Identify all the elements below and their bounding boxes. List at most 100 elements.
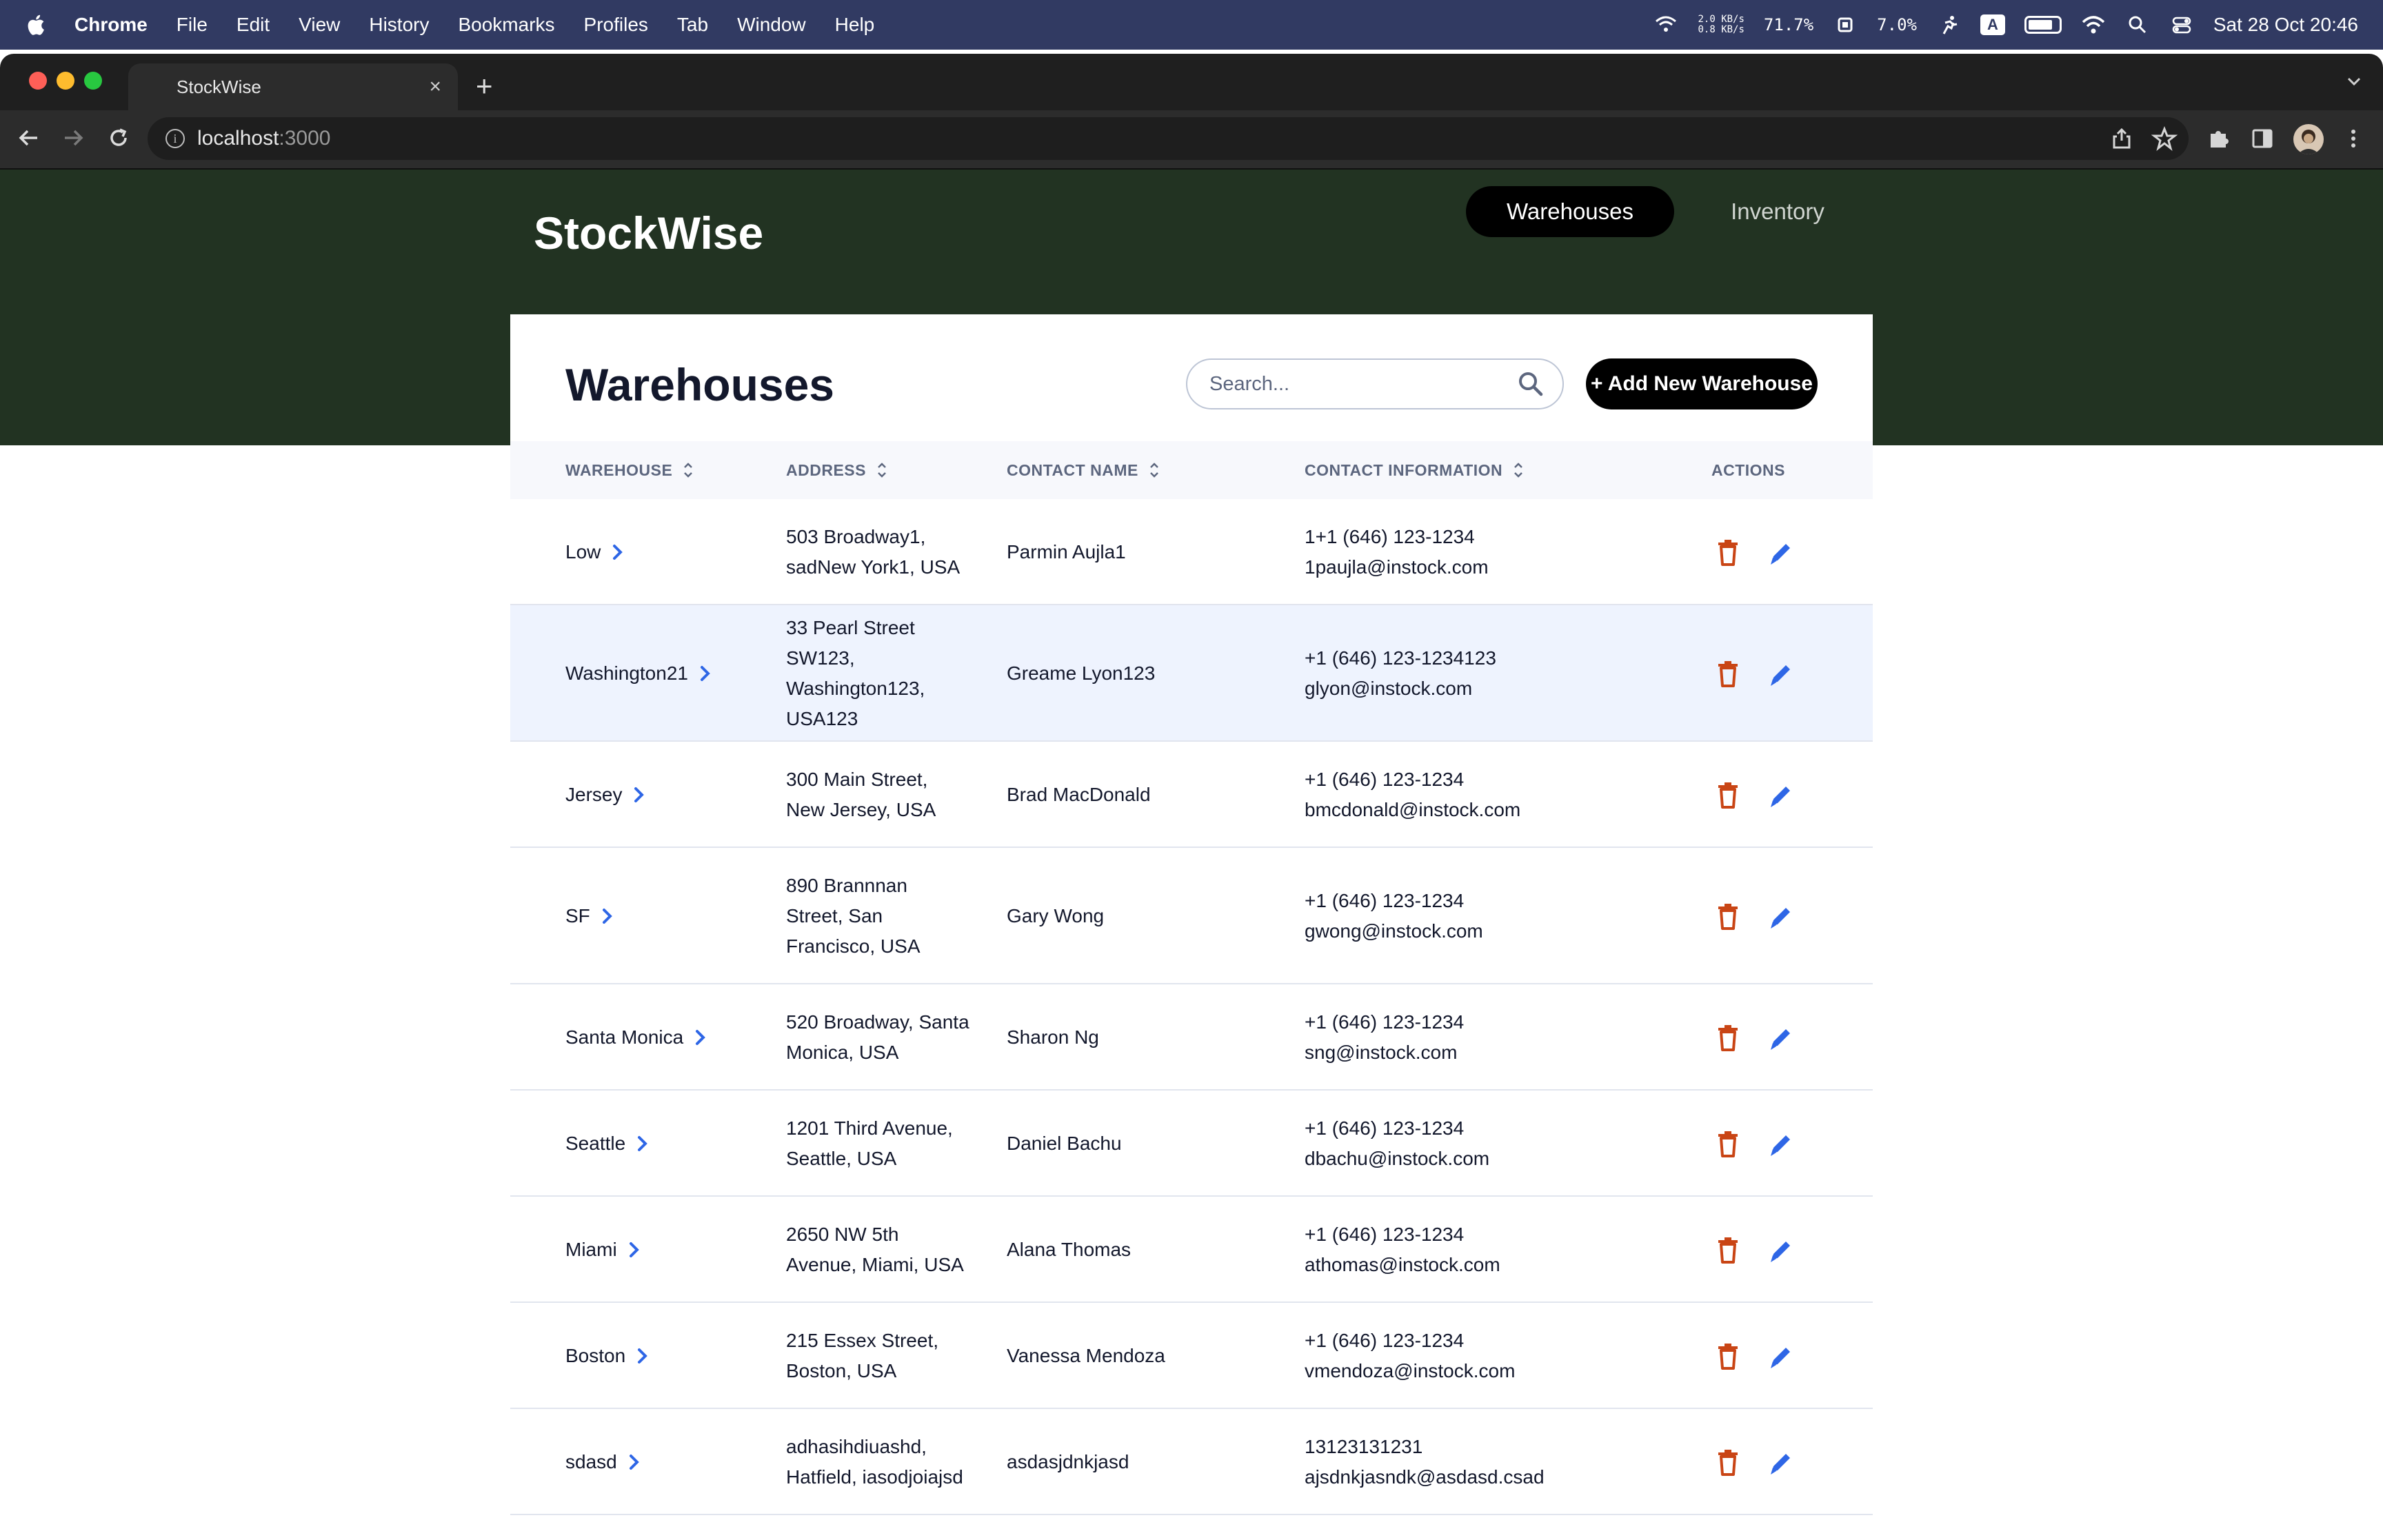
page-title: Warehouses (565, 359, 835, 410)
reload-icon[interactable] (103, 123, 134, 153)
window-close-button[interactable] (29, 72, 47, 90)
profile-avatar[interactable] (2293, 124, 2324, 154)
add-new-warehouse-button[interactable]: + Add New Warehouse (1586, 358, 1818, 409)
address-cell: 520 Broadway, Santa Monica, USA (786, 984, 993, 1091)
menu-window[interactable]: Window (737, 14, 806, 36)
new-tab-icon[interactable]: + (476, 69, 493, 103)
table-row[interactable]: sdasd adhasihdiuashd, Hatfield, iasodjoiaj… (510, 1409, 1873, 1515)
table-row[interactable]: Miami 2650 NW 5th Avenue, Miami, USA Alana … (510, 1197, 1873, 1303)
edit-pencil-icon[interactable] (1768, 1235, 1793, 1265)
edit-pencil-icon[interactable] (1768, 1447, 1793, 1477)
apple-logo-icon[interactable] (25, 13, 46, 37)
wifi-icon[interactable] (2081, 14, 2106, 35)
delete-trash-icon[interactable] (1716, 537, 1740, 567)
menu-bookmarks[interactable]: Bookmarks (458, 14, 554, 36)
chrome-menu-icon[interactable] (2340, 125, 2366, 152)
menu-profiles[interactable]: Profiles (584, 14, 648, 36)
menu-tab[interactable]: Tab (677, 14, 708, 36)
edit-pencil-icon[interactable] (1768, 1022, 1793, 1053)
table-row[interactable]: SF 890 Brannnan Street, San Francisco, USA G… (510, 848, 1873, 984)
cpu-usage[interactable]: 71.7% (1764, 15, 1813, 34)
search-icon[interactable] (1516, 369, 1546, 399)
memory-usage[interactable]: 7.0% (1877, 15, 1917, 34)
edit-pencil-icon[interactable] (1768, 537, 1793, 567)
spotlight-search-icon[interactable] (2125, 14, 2150, 35)
tab-search-chevron-icon[interactable] (2346, 74, 2362, 88)
address-line: Hatfield, iasodjoiajsd (786, 1466, 963, 1488)
header-contact-information[interactable]: CONTACT INFORMATION (1305, 441, 1525, 499)
sort-icon[interactable] (1512, 460, 1525, 480)
tab-close-icon[interactable]: × (429, 75, 441, 99)
contact-name: Parmin Aujla1 (1007, 541, 1126, 563)
runner-icon[interactable] (1936, 14, 1961, 35)
search-input[interactable]: Search... (1186, 358, 1564, 409)
header-contact-info-label: CONTACT INFORMATION (1305, 460, 1503, 479)
menu-help[interactable]: Help (835, 14, 875, 36)
date-time[interactable]: Sat 28 Oct 20:46 (2213, 14, 2358, 36)
menu-file[interactable]: File (177, 14, 208, 36)
warehouse-link[interactable]: Boston (565, 1303, 650, 1409)
sort-icon[interactable] (682, 460, 694, 480)
table-row[interactable]: Seattle 1201 Third Avenue, Seattle, USA Dan… (510, 1091, 1873, 1197)
contact-phone: +1 (646) 123-1234 (1305, 1011, 1465, 1033)
address-bar[interactable]: i localhost:3000 (148, 117, 2189, 160)
table-row[interactable]: Jersey 300 Main Street, New Jersey, USA Bra… (510, 742, 1873, 848)
delete-trash-icon[interactable] (1716, 901, 1740, 931)
menu-app-chrome[interactable]: Chrome (74, 14, 148, 36)
delete-trash-icon[interactable] (1716, 1341, 1740, 1371)
warehouse-link[interactable]: sdasd (565, 1409, 642, 1515)
delete-trash-icon[interactable] (1716, 1128, 1740, 1159)
table-row[interactable]: Washington21 33 Pearl Street SW123, Washing… (510, 605, 1873, 742)
wifi-activity-icon[interactable] (1653, 14, 1678, 35)
warehouse-link[interactable]: Seattle (565, 1091, 650, 1197)
warehouse-link[interactable]: Miami (565, 1197, 642, 1303)
back-arrow-icon[interactable] (14, 123, 44, 153)
header-warehouse[interactable]: WAREHOUSE (565, 441, 694, 499)
browser-tab[interactable]: StockWise × (128, 63, 458, 110)
delete-trash-icon[interactable] (1716, 1022, 1740, 1053)
delete-trash-icon[interactable] (1716, 1235, 1740, 1265)
extensions-puzzle-icon[interactable] (2205, 125, 2231, 152)
sort-icon[interactable] (876, 460, 888, 480)
edit-pencil-icon[interactable] (1768, 901, 1793, 931)
warehouse-link[interactable]: Santa Monica (565, 984, 708, 1091)
app-logo[interactable]: StockWise (534, 207, 763, 259)
contact-name-cell: Gary Wong (1007, 848, 1283, 984)
delete-trash-icon[interactable] (1716, 658, 1740, 689)
delete-trash-icon[interactable] (1716, 780, 1740, 810)
contact-name-cell: Brad MacDonald (1007, 742, 1283, 848)
menu-history[interactable]: History (369, 14, 429, 36)
address-cell: adhasihdiuashd, Hatfield, iasodjoiajsd (786, 1409, 993, 1515)
input-source-badge[interactable]: A (1980, 14, 2005, 35)
control-center-icon[interactable] (2169, 14, 2194, 35)
warehouse-link[interactable]: SF (565, 848, 615, 984)
sort-icon[interactable] (1148, 460, 1160, 480)
forward-arrow-icon[interactable] (58, 123, 88, 153)
edit-pencil-icon[interactable] (1768, 1341, 1793, 1371)
nav-warehouses[interactable]: Warehouses (1466, 186, 1674, 237)
menu-view[interactable]: View (299, 14, 340, 36)
warehouse-name: Santa Monica (565, 1026, 684, 1048)
side-panel-icon[interactable] (2249, 125, 2275, 152)
battery-icon[interactable] (2024, 16, 2062, 34)
bookmark-star-icon[interactable] (2151, 125, 2178, 152)
contact-phone: 13123131231 (1305, 1436, 1423, 1457)
header-contact-name[interactable]: CONTACT NAME (1007, 441, 1160, 499)
window-minimize-button[interactable] (57, 72, 74, 90)
table-row[interactable]: Boston 215 Essex Street, Boston, USA Vaness… (510, 1303, 1873, 1409)
share-icon[interactable] (2109, 125, 2135, 152)
table-row[interactable]: Low 503 Broadway1, sadNew York1, USA Parmin… (510, 499, 1873, 605)
site-info-icon[interactable]: i (165, 129, 185, 148)
header-address[interactable]: ADDRESS (786, 441, 888, 499)
menu-edit[interactable]: Edit (237, 14, 270, 36)
warehouse-link[interactable]: Jersey (565, 742, 647, 848)
edit-pencil-icon[interactable] (1768, 658, 1793, 689)
table-row[interactable]: Santa Monica 520 Broadway, Santa Monica, U… (510, 984, 1873, 1091)
warehouse-link[interactable]: Washington21 (565, 605, 713, 742)
edit-pencil-icon[interactable] (1768, 780, 1793, 810)
nav-inventory[interactable]: Inventory (1710, 186, 1845, 237)
delete-trash-icon[interactable] (1716, 1447, 1740, 1477)
window-zoom-button[interactable] (84, 72, 102, 90)
warehouse-link[interactable]: Low (565, 499, 625, 605)
edit-pencil-icon[interactable] (1768, 1128, 1793, 1159)
